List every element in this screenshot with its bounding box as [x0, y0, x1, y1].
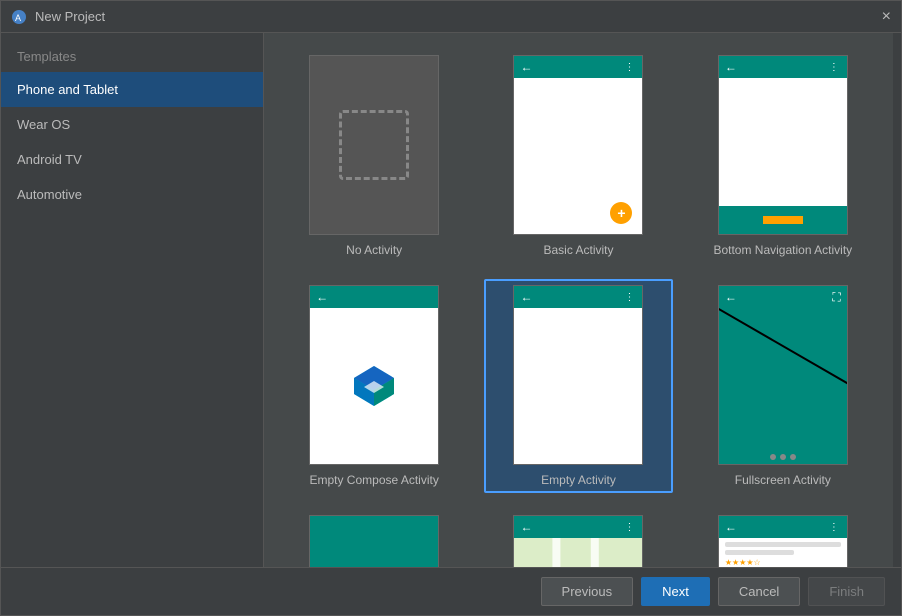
close-button[interactable]: ×	[882, 9, 891, 25]
dot-2	[780, 454, 786, 460]
map-body: 📍	[514, 538, 642, 567]
sidebar-item-label: Automotive	[17, 187, 82, 202]
empty-activity-topbar: ← ⋮	[514, 286, 642, 308]
template-preview-basic-activity: ← ⋮ +	[513, 55, 643, 235]
expand-icon: ⛶	[832, 290, 840, 305]
menu-dots-icon: ⋮	[829, 62, 841, 73]
sidebar-item-android-tv[interactable]: Android TV	[1, 142, 263, 177]
sidebar-item-wear-os[interactable]: Wear OS	[1, 107, 263, 142]
sidebar-section-label: Templates	[1, 33, 263, 72]
sidebar-item-automotive[interactable]: Automotive	[1, 177, 263, 212]
template-preview-bottom-navigation: ← ⋮	[718, 55, 848, 235]
template-card-no-activity[interactable]: No Activity	[280, 49, 468, 263]
template-preview-empty-activity: ← ⋮	[513, 285, 643, 465]
empty-activity-visual: ← ⋮	[514, 286, 642, 464]
interstitial-visual: Interstitial Ad	[310, 516, 438, 567]
fab-icon: +	[610, 202, 632, 224]
template-preview-no-activity	[309, 55, 439, 235]
bottom-nav-body	[719, 78, 847, 206]
back-arrow-icon: ←	[520, 520, 532, 534]
template-card-empty-activity[interactable]: ← ⋮ Empty Activity	[484, 279, 672, 493]
template-preview-empty-compose: ←	[309, 285, 439, 465]
bottom-nav-topbar: ← ⋮	[719, 56, 847, 78]
basic-activity-visual: ← ⋮ +	[514, 56, 642, 234]
bottom-nav-visual: ← ⋮	[719, 56, 847, 234]
basic-body: +	[514, 78, 642, 234]
sidebar-item-phone-and-tablet[interactable]: Phone and Tablet	[1, 72, 263, 107]
template-preview-interstitial-ad: Interstitial Ad	[309, 515, 439, 567]
main-panel: No Activity ← ⋮ +	[264, 33, 893, 567]
previous-button[interactable]: Previous	[541, 577, 634, 606]
android-studio-icon: A	[11, 9, 27, 25]
no-activity-visual	[310, 56, 438, 234]
template-name-empty-compose: Empty Compose Activity	[309, 473, 438, 487]
back-arrow-icon: ←	[520, 60, 532, 74]
template-card-fullscreen-activity[interactable]: ← ⛶ Fullscreen Activity	[689, 279, 877, 493]
list-line-full-1	[725, 542, 841, 547]
bottom-nav-bar	[719, 206, 847, 234]
sidebar-item-label: Phone and Tablet	[17, 82, 118, 97]
template-name-no-activity: No Activity	[346, 243, 402, 257]
back-arrow-icon: ←	[520, 290, 532, 304]
back-arrow-icon: ←	[316, 290, 328, 304]
template-name-empty-activity: Empty Activity	[541, 473, 616, 487]
nav-dots	[770, 454, 796, 460]
menu-dots-icon: ⋮	[624, 522, 636, 533]
list-topbar: ← ⋮	[719, 516, 847, 538]
fullscreen-visual: ← ⛶	[719, 286, 847, 464]
list-visual: ← ⋮ ★★★★☆	[719, 516, 847, 567]
compose-visual: ←	[310, 286, 438, 464]
template-card-basic-activity[interactable]: ← ⋮ + Basic Activity	[484, 49, 672, 263]
compose-topbar: ←	[310, 286, 438, 308]
menu-dots-icon: ⋮	[624, 292, 636, 303]
compose-cube-icon	[349, 361, 399, 411]
list-stars-1: ★★★★☆	[725, 558, 841, 567]
sidebar: Templates Phone and Tablet Wear OS Andro…	[1, 33, 264, 567]
map-visual: ← ⋮	[514, 516, 642, 567]
scrollbar[interactable]	[893, 33, 901, 567]
sidebar-item-label: Android TV	[17, 152, 82, 167]
template-preview-google-maps: ← ⋮	[513, 515, 643, 567]
menu-dots-icon: ⋮	[829, 522, 841, 533]
window-title: New Project	[35, 9, 882, 24]
empty-activity-body	[514, 308, 642, 464]
back-arrow-icon: ←	[725, 520, 737, 534]
cancel-button[interactable]: Cancel	[718, 577, 800, 606]
back-arrow-icon: ←	[725, 60, 737, 74]
dashed-box-icon	[339, 110, 409, 180]
next-button[interactable]: Next	[641, 577, 710, 606]
map-roads-svg	[514, 538, 642, 567]
template-card-interstitial-ad[interactable]: Interstitial Ad Interstitial Ad	[280, 509, 468, 567]
template-grid: No Activity ← ⋮ +	[264, 33, 893, 567]
back-arrow-icon: ←	[725, 290, 737, 304]
list-line-short-1	[725, 550, 795, 555]
basic-topbar: ← ⋮	[514, 56, 642, 78]
template-card-bottom-navigation[interactable]: ← ⋮ Bottom Navigation Activity	[689, 49, 877, 263]
diagonal-decoration	[719, 308, 847, 446]
footer: Previous Next Cancel Finish	[1, 567, 901, 615]
list-text-1: ★★★★☆	[725, 542, 841, 567]
sidebar-item-label: Wear OS	[17, 117, 70, 132]
bottom-nav-yellow	[763, 216, 803, 224]
list-item-1: ★★★★☆	[719, 538, 847, 567]
template-preview-fullscreen-activity: ← ⛶	[718, 285, 848, 465]
template-name-basic-activity: Basic Activity	[543, 243, 613, 257]
template-name-fullscreen-activity: Fullscreen Activity	[735, 473, 831, 487]
template-card-google-maps[interactable]: ← ⋮	[484, 509, 672, 567]
template-card-empty-compose[interactable]: ←	[280, 279, 468, 493]
svg-text:A: A	[15, 13, 21, 23]
new-project-window: A New Project × Templates Phone and Tabl…	[0, 0, 902, 616]
dot-1	[770, 454, 776, 460]
dot-3	[790, 454, 796, 460]
template-name-bottom-navigation: Bottom Navigation Activity	[713, 243, 852, 257]
finish-button[interactable]: Finish	[808, 577, 885, 606]
content-area: Templates Phone and Tablet Wear OS Andro…	[1, 33, 901, 567]
template-preview-master-detail: ← ⋮ ★★★★☆	[718, 515, 848, 567]
template-card-master-detail[interactable]: ← ⋮ ★★★★☆	[689, 509, 877, 567]
compose-body	[310, 308, 438, 464]
map-topbar: ← ⋮	[514, 516, 642, 538]
fullscreen-topbar: ← ⛶	[719, 286, 847, 308]
title-bar: A New Project ×	[1, 1, 901, 33]
menu-dots-icon: ⋮	[624, 62, 636, 73]
